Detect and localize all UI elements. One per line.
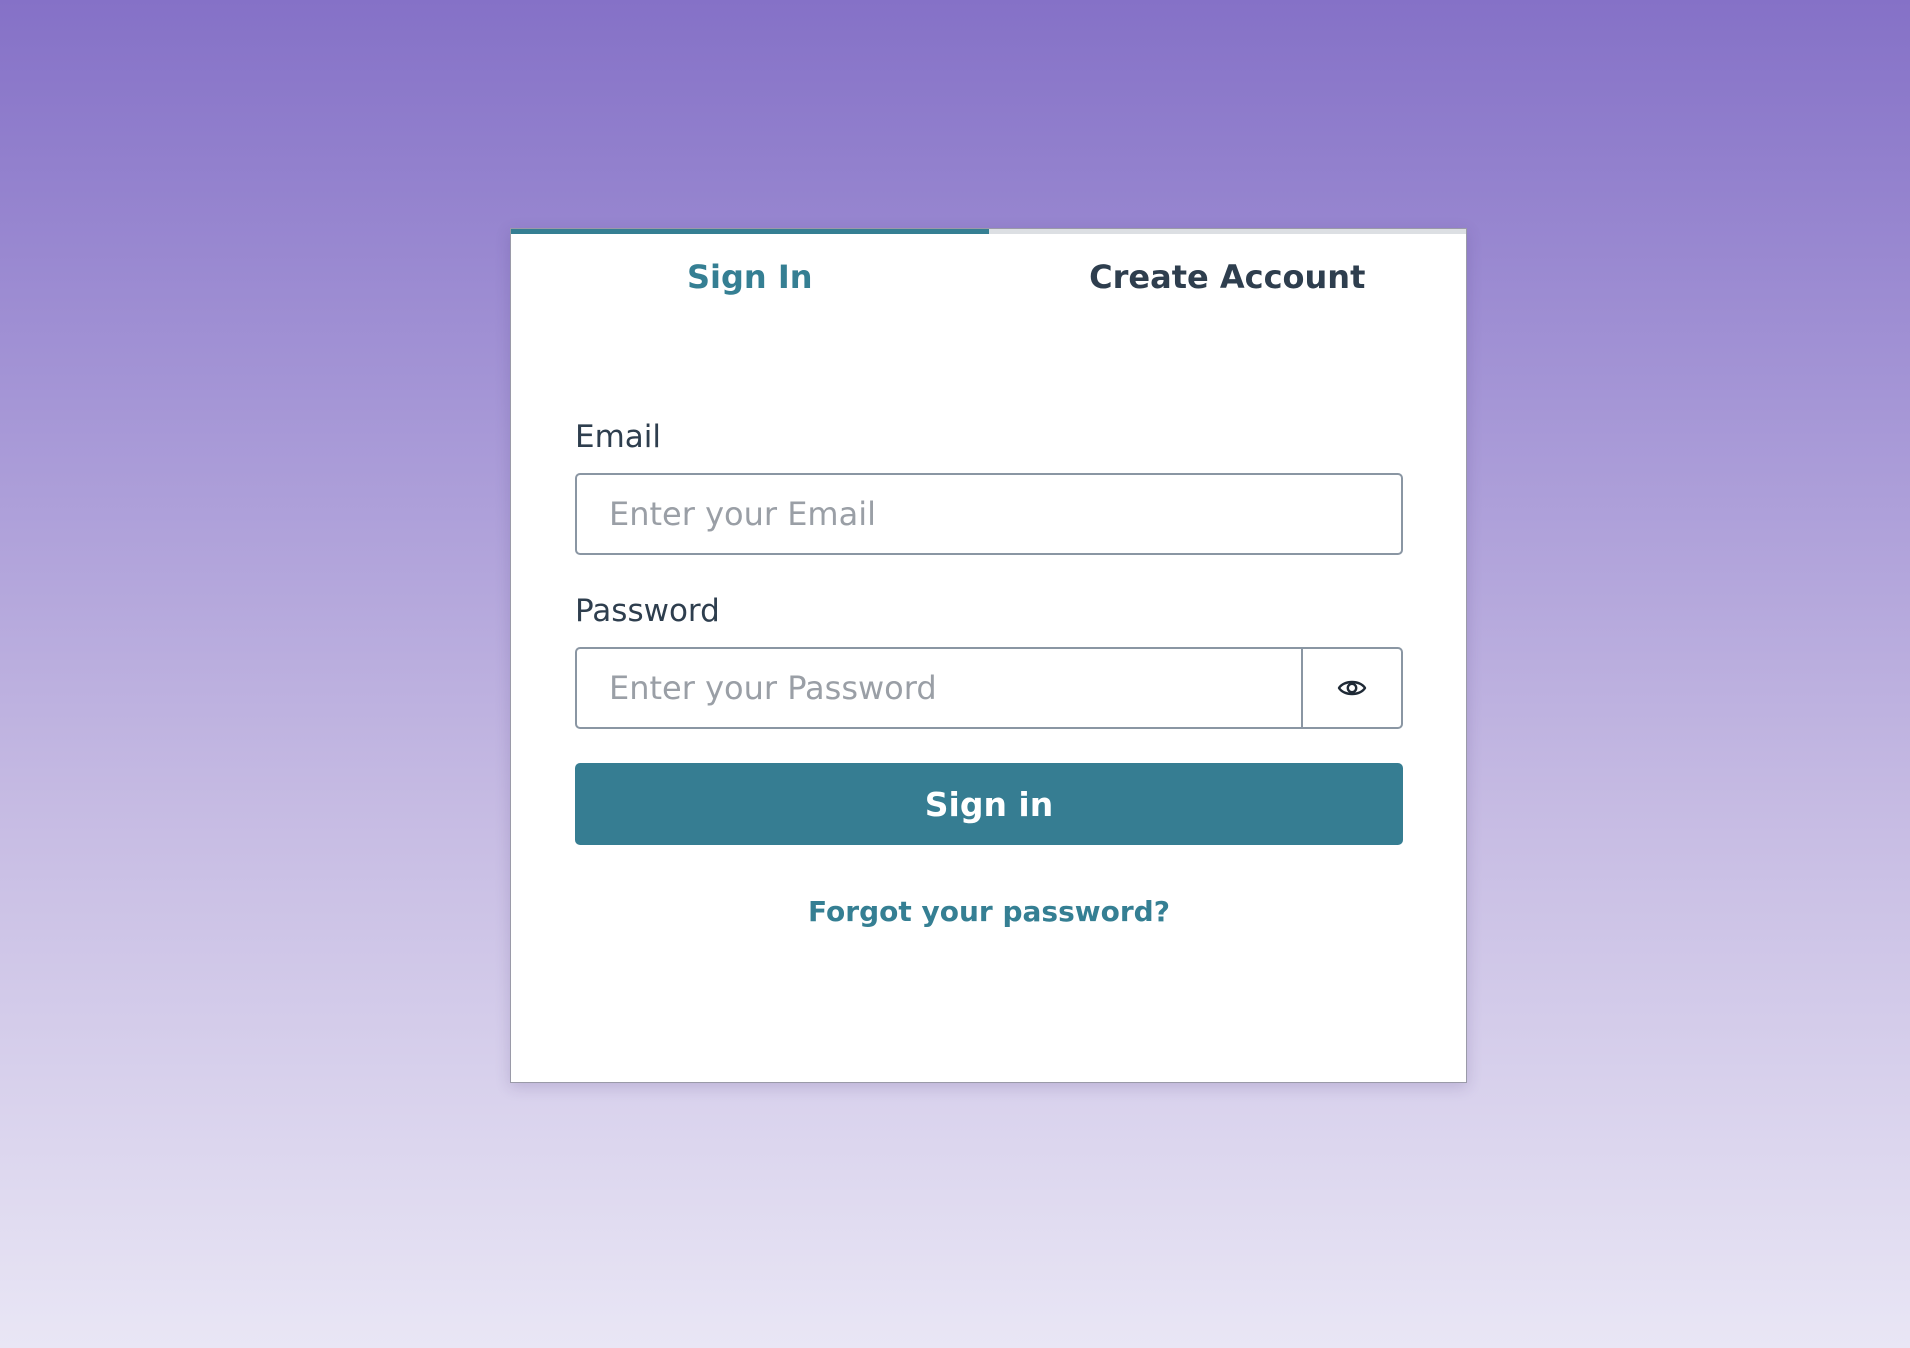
password-input[interactable] [575,647,1303,729]
password-label: Password [575,593,720,629]
sign-in-form: Email Password Sign in Forgot your passw… [575,419,1403,928]
password-group: Password [575,593,1403,729]
tab-create-account[interactable]: Create Account [988,229,1466,333]
auth-card: Sign In Create Account Email Password Si… [510,228,1467,1083]
forgot-password-link[interactable]: Forgot your password? [575,895,1403,928]
sign-in-button[interactable]: Sign in [575,763,1403,845]
password-row [575,647,1403,729]
tab-sign-in[interactable]: Sign In [511,229,989,333]
eye-icon [1337,680,1367,696]
email-input[interactable] [575,473,1403,555]
email-label: Email [575,419,662,455]
email-group: Email [575,419,1403,555]
auth-tabs: Sign In Create Account [511,229,1466,333]
show-password-button[interactable] [1303,647,1403,729]
